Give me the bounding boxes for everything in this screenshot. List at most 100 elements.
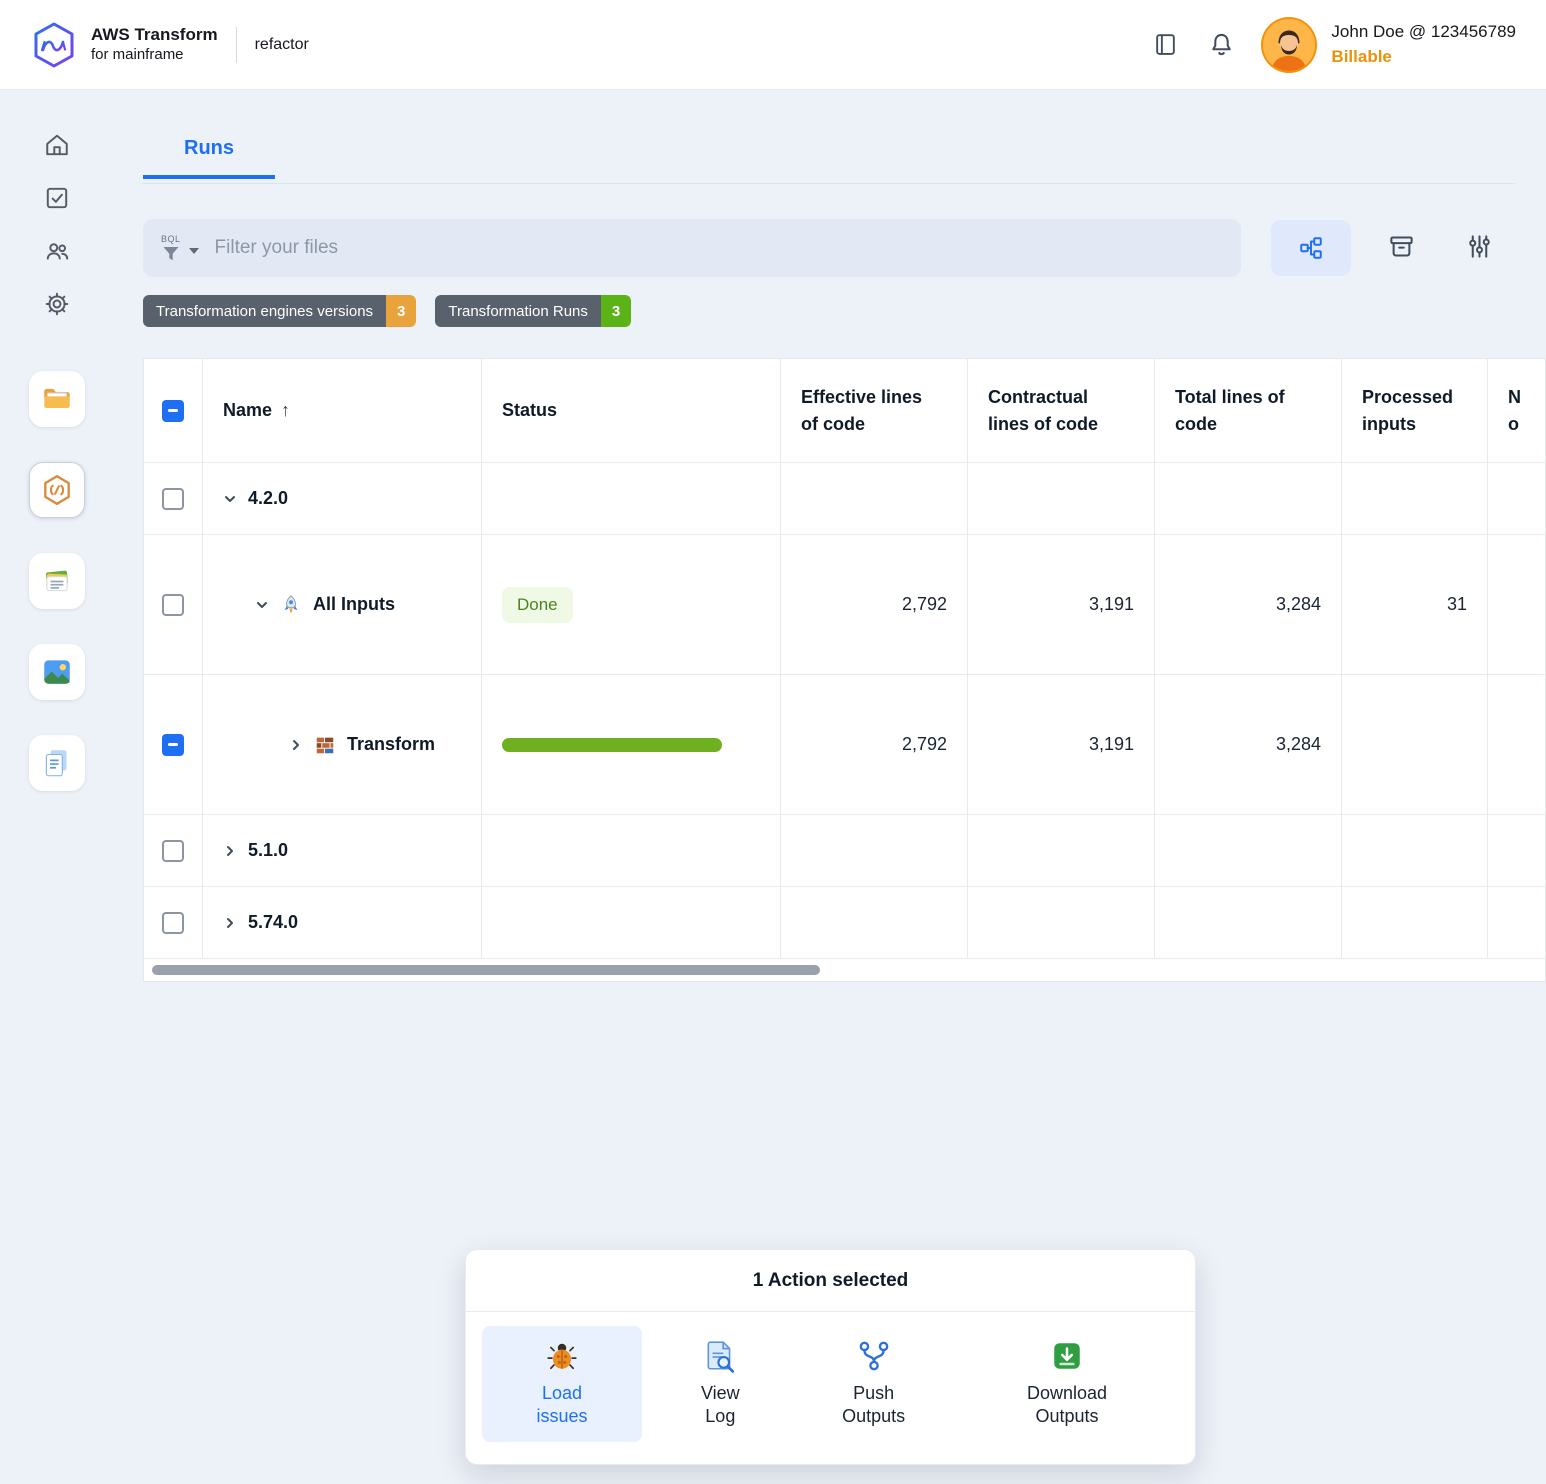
table-row: 5.74.0 [144,887,1546,959]
progress-bar [502,738,722,752]
gear-icon [44,291,70,317]
chevron-down-icon[interactable] [189,248,199,254]
archive-icon [1388,233,1415,260]
processed-inputs-value: 31 [1447,594,1467,615]
chip-label: Transformation engines versions [143,295,386,327]
sidebar-item-reports[interactable] [29,553,85,609]
total-lines-value: 3,284 [1276,594,1321,615]
brand-divider [236,27,237,63]
status-badge: Done [502,587,573,623]
action-label: DownloadOutputs [1027,1382,1107,1429]
row-name: 4.2.0 [248,488,288,509]
filter-language-selector[interactable]: BQL [161,235,181,262]
contractual-lines-value: 3,191 [1089,734,1134,755]
notifications-button[interactable] [1208,31,1235,58]
avatar [1261,17,1317,73]
bug-icon [545,1339,579,1373]
download-icon [1050,1339,1084,1373]
product-name: refactor [255,36,309,54]
rail-top-group [44,132,70,317]
row-checkbox[interactable] [162,734,184,756]
sidebar-item-settings[interactable] [44,291,70,317]
funnel-icon [162,246,180,262]
bell-icon [1208,31,1235,58]
log-search-icon [703,1339,737,1373]
filter-chips: Transformation engines versions 3 Transf… [143,295,631,327]
action-panel: 1 Action selected Load [465,1249,1196,1465]
column-header-total-lines[interactable]: Total lines ofcode [1155,359,1342,462]
docs-button[interactable] [1153,32,1178,57]
chevron-down-icon[interactable] [223,492,237,506]
column-header-effective-lines[interactable]: Effective linesof code [781,359,968,462]
user-menu[interactable]: John Doe @ 123456789 Billable [1261,17,1516,73]
archive-button[interactable] [1388,233,1415,260]
transform-bricks-icon [314,734,336,756]
image-icon [40,655,74,689]
aws-transform-logo-icon [30,21,78,69]
row-name: Transform [347,734,435,755]
sidebar-item-users[interactable] [44,238,70,264]
action-panel-title: 1 Action selected [466,1250,1195,1312]
rail-app-group [29,371,85,791]
chevron-right-icon[interactable] [223,844,237,858]
sidebar-item-tasks[interactable] [44,185,70,211]
chevron-down-icon[interactable] [255,598,269,612]
chip-count-badge: 3 [386,295,416,327]
view-log-button[interactable]: ViewLog [660,1326,780,1442]
load-issues-button[interactable]: Loadissues [482,1326,642,1442]
tree-view-icon [1298,235,1324,261]
sidebar-item-documents[interactable] [29,735,85,791]
row-checkbox[interactable] [162,594,184,616]
sliders-icon [1466,233,1493,260]
column-header-name[interactable]: Name↑ [203,359,482,462]
action-panel-body: Loadissues ViewLog [466,1312,1195,1464]
left-rail [0,90,114,791]
tree-view-toggle-button[interactable] [1271,220,1351,276]
column-header-clipped[interactable]: No [1488,359,1546,462]
top-actions: John Doe @ 123456789 Billable [1123,17,1516,73]
topbar: AWS Transform for mainframe refactor [0,0,1546,90]
horizontal-scrollbar [144,959,1545,982]
row-checkbox[interactable] [162,488,184,510]
total-lines-value: 3,284 [1276,734,1321,755]
stacked-papers-icon [40,564,74,598]
home-icon [44,132,70,158]
chip-transformation-engines-versions[interactable]: Transformation engines versions 3 [143,295,416,327]
action-label: PushOutputs [842,1382,905,1429]
row-checkbox[interactable] [162,840,184,862]
horizontal-scrollbar-thumb[interactable] [152,965,820,975]
filter-input[interactable] [213,236,1223,260]
sort-ascending-icon: ↑ [281,397,290,423]
chevron-right-icon[interactable] [223,916,237,930]
column-header-status[interactable]: Status [482,359,781,462]
filter-bar[interactable]: BQL [143,219,1241,277]
table-row: All Inputs Done 2,792 3,191 3,284 31 [144,535,1546,675]
effective-lines-value: 2,792 [902,594,947,615]
brand-text: AWS Transform for mainframe [91,25,218,63]
document-icon [40,746,74,780]
sidebar-item-media[interactable] [29,644,85,700]
chip-transformation-runs[interactable]: Transformation Runs 3 [435,295,631,327]
billable-badge: Billable [1331,45,1516,70]
sidebar-item-transform[interactable] [29,462,85,518]
download-outputs-button[interactable]: DownloadOutputs [967,1326,1167,1442]
sidebar-item-files[interactable] [29,371,85,427]
check-square-icon [44,185,70,211]
chip-count-badge: 3 [601,295,631,327]
filter-language-label: BQL [161,235,181,244]
push-outputs-button[interactable]: PushOutputs [799,1326,949,1442]
effective-lines-value: 2,792 [902,734,947,755]
sidebar-item-home[interactable] [44,132,70,158]
column-header-contractual-lines[interactable]: Contractuallines of code [968,359,1155,462]
tab-runs[interactable]: Runs [143,137,275,179]
brand-line1: AWS Transform [91,25,218,45]
view-settings-button[interactable] [1466,233,1493,260]
column-header-processed-inputs[interactable]: Processedinputs [1342,359,1488,462]
chip-label: Transformation Runs [435,295,601,327]
row-checkbox[interactable] [162,912,184,934]
branch-icon [857,1339,891,1373]
select-all-checkbox[interactable] [162,400,184,422]
row-name: 5.74.0 [248,912,298,933]
row-name: 5.1.0 [248,840,288,861]
chevron-right-icon[interactable] [289,738,303,752]
